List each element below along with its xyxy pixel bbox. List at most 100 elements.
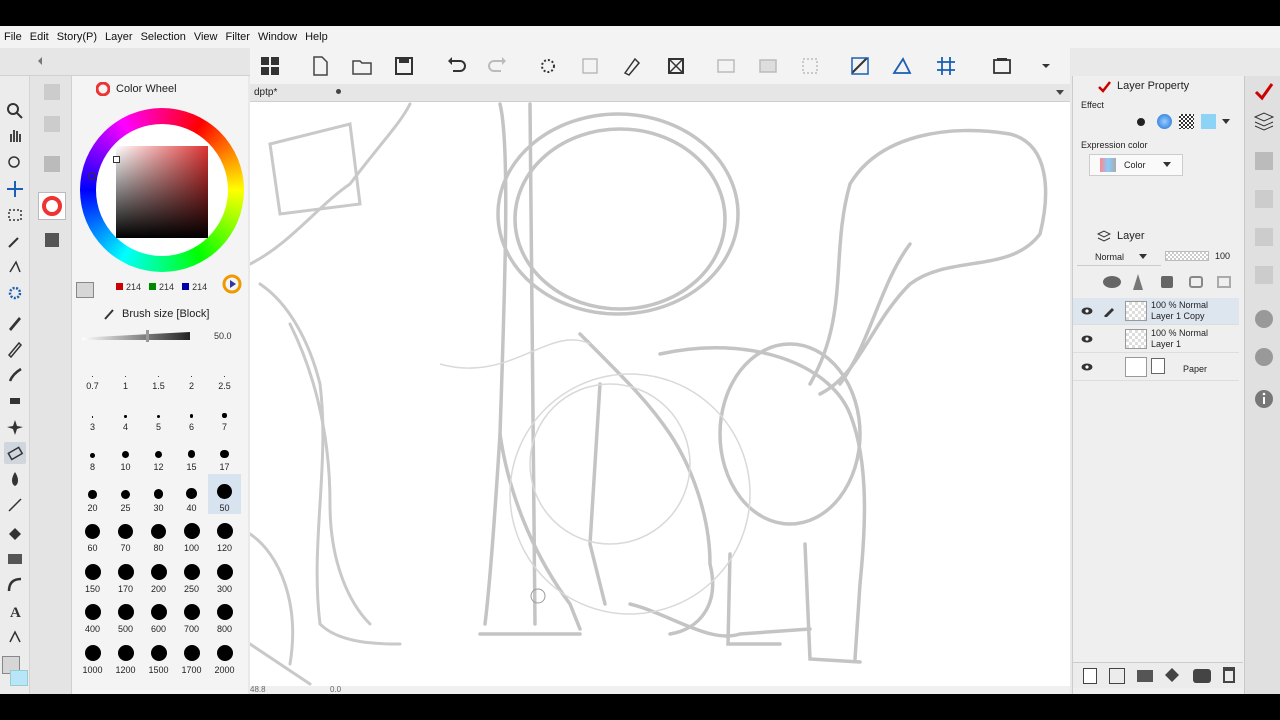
opacity-slider[interactable] bbox=[1165, 251, 1209, 261]
clip-layer-icon[interactable] bbox=[1103, 276, 1121, 288]
frame-border-icon[interactable] bbox=[4, 574, 26, 596]
menu-edit[interactable]: Edit bbox=[30, 31, 57, 43]
color-wheel-tab-icon[interactable] bbox=[38, 192, 66, 220]
crop-icon[interactable] bbox=[578, 54, 602, 78]
effect-color-icon[interactable] bbox=[1201, 114, 1216, 129]
brush-size-cell[interactable]: 30 bbox=[142, 474, 175, 514]
blend-mode-select[interactable]: Normal bbox=[1077, 248, 1161, 266]
ruler-hide-icon[interactable] bbox=[798, 54, 822, 78]
layer-row[interactable]: 100 % Normal Layer 1 bbox=[1073, 326, 1239, 353]
subtool-a-icon[interactable] bbox=[38, 78, 66, 106]
effect-circle-icon[interactable] bbox=[1157, 114, 1172, 129]
effect-menu-chevron-icon[interactable] bbox=[1221, 118, 1231, 126]
brush-size-cell[interactable]: 2.5 bbox=[208, 352, 241, 392]
angle-readout[interactable]: 0.0 bbox=[330, 685, 341, 694]
color-set-tab-icon[interactable] bbox=[38, 226, 66, 254]
mask-icon[interactable] bbox=[1217, 276, 1231, 288]
brush-size-cell[interactable]: 200 bbox=[142, 555, 175, 595]
menu-selection[interactable]: Selection bbox=[141, 31, 194, 43]
brush-size-cell[interactable]: 3 bbox=[76, 393, 109, 433]
subtool-c-icon[interactable] bbox=[38, 150, 66, 178]
color-mode-icon[interactable] bbox=[222, 274, 242, 294]
figure-icon[interactable] bbox=[4, 494, 26, 516]
brush-size-value[interactable]: 50.0 bbox=[214, 331, 232, 341]
tab-menu-chevron-icon[interactable] bbox=[1054, 88, 1066, 98]
mask-layer-icon[interactable] bbox=[1193, 669, 1211, 683]
brush-size-cell[interactable]: 17 bbox=[208, 433, 241, 473]
brush-size-cell[interactable]: 1200 bbox=[109, 636, 142, 676]
menu-story[interactable]: Story(P) bbox=[57, 31, 105, 43]
color-picker-handle[interactable] bbox=[113, 156, 120, 163]
brush-size-cell[interactable]: 8 bbox=[76, 433, 109, 473]
text-icon[interactable]: A bbox=[4, 600, 26, 622]
brush-size-cell[interactable]: 70 bbox=[109, 514, 142, 554]
pen-icon[interactable] bbox=[4, 312, 26, 334]
layer-row[interactable]: Paper bbox=[1073, 354, 1239, 381]
brush-size-cell[interactable]: 5 bbox=[142, 393, 175, 433]
brush-size-cell[interactable]: 800 bbox=[208, 595, 241, 635]
brush-size-slider-handle[interactable] bbox=[146, 330, 149, 342]
snap-special-ruler-icon[interactable] bbox=[890, 54, 914, 78]
decoration-icon[interactable] bbox=[4, 416, 26, 438]
menu-view[interactable]: View bbox=[194, 31, 226, 43]
snap-ruler-icon[interactable] bbox=[848, 54, 872, 78]
zoom-readout[interactable]: 48.8 bbox=[250, 685, 266, 694]
brush-size-cell[interactable]: 170 bbox=[109, 555, 142, 595]
brush-size-cell[interactable]: 700 bbox=[175, 595, 208, 635]
balloon-icon[interactable] bbox=[4, 626, 26, 648]
brush-size-cell[interactable]: 1000 bbox=[76, 636, 109, 676]
snap-grid-icon[interactable] bbox=[934, 54, 958, 78]
drawing-canvas[interactable] bbox=[248, 84, 1070, 694]
effect-tone-icon[interactable] bbox=[1179, 114, 1194, 129]
new-vector-layer-icon[interactable] bbox=[1109, 668, 1125, 684]
fill-outside-icon[interactable] bbox=[756, 54, 780, 78]
brush-size-slider[interactable] bbox=[82, 332, 190, 340]
brush-size-cell[interactable]: 500 bbox=[109, 595, 142, 635]
hue-handle[interactable] bbox=[88, 172, 96, 180]
eye-icon[interactable] bbox=[1081, 363, 1093, 371]
reference-layer-icon[interactable] bbox=[1133, 274, 1143, 290]
menu-window[interactable]: Window bbox=[258, 31, 305, 43]
material-dock-icon[interactable] bbox=[1253, 150, 1275, 172]
eye-icon[interactable] bbox=[1081, 307, 1093, 315]
brush-size-cell[interactable]: 300 bbox=[208, 555, 241, 595]
screen-capture-icon[interactable] bbox=[990, 54, 1014, 78]
transform-icon[interactable] bbox=[664, 54, 688, 78]
brush-size-cell[interactable]: 1.5 bbox=[142, 352, 175, 392]
quick-access-dock-icon[interactable] bbox=[1253, 346, 1275, 368]
opacity-value[interactable]: 100 bbox=[1215, 251, 1230, 261]
eyedropper-icon[interactable] bbox=[4, 230, 26, 252]
blend-icon[interactable] bbox=[4, 468, 26, 490]
brush-size-cell[interactable]: 15 bbox=[175, 433, 208, 473]
trash-icon[interactable] bbox=[1223, 667, 1235, 683]
brush-size-cell[interactable]: 100 bbox=[175, 514, 208, 554]
operation-icon[interactable] bbox=[4, 152, 26, 174]
subtool-b-icon[interactable] bbox=[38, 110, 66, 138]
gradient-icon[interactable] bbox=[4, 548, 26, 570]
hide-outside-icon[interactable] bbox=[714, 54, 738, 78]
brush-size-cell[interactable]: 400 bbox=[76, 595, 109, 635]
brush-size-cell[interactable]: 7 bbox=[208, 393, 241, 433]
brush-size-cell[interactable]: 0.7 bbox=[76, 352, 109, 392]
brush-size-cell[interactable]: 60 bbox=[76, 514, 109, 554]
brush-size-cell[interactable]: 80 bbox=[142, 514, 175, 554]
chevron-down-icon[interactable] bbox=[1034, 54, 1058, 78]
brush-size-cell[interactable]: 4 bbox=[109, 393, 142, 433]
gear-icon[interactable] bbox=[4, 282, 26, 304]
navigator-dock-icon[interactable] bbox=[1253, 188, 1275, 210]
brush-size-cell[interactable]: 250 bbox=[175, 555, 208, 595]
menu-layer[interactable]: Layer bbox=[105, 31, 141, 43]
brush-size-cell[interactable]: 2000 bbox=[208, 636, 241, 676]
brush-size-cell[interactable]: 1500 bbox=[142, 636, 175, 676]
brush-size-cell[interactable]: 600 bbox=[142, 595, 175, 635]
new-folder-icon[interactable] bbox=[1137, 670, 1153, 682]
selection-icon[interactable] bbox=[4, 204, 26, 226]
pencil-icon[interactable] bbox=[4, 338, 26, 360]
brush-icon[interactable] bbox=[4, 364, 26, 386]
fill-icon[interactable] bbox=[620, 54, 644, 78]
open-folder-icon[interactable] bbox=[350, 54, 374, 78]
document-tab[interactable]: dptp* bbox=[250, 84, 1070, 102]
eraser-icon[interactable] bbox=[4, 442, 26, 464]
brush-size-cell[interactable]: 25 bbox=[109, 474, 142, 514]
layer-row[interactable]: 100 % Normal Layer 1 Copy bbox=[1073, 298, 1239, 325]
